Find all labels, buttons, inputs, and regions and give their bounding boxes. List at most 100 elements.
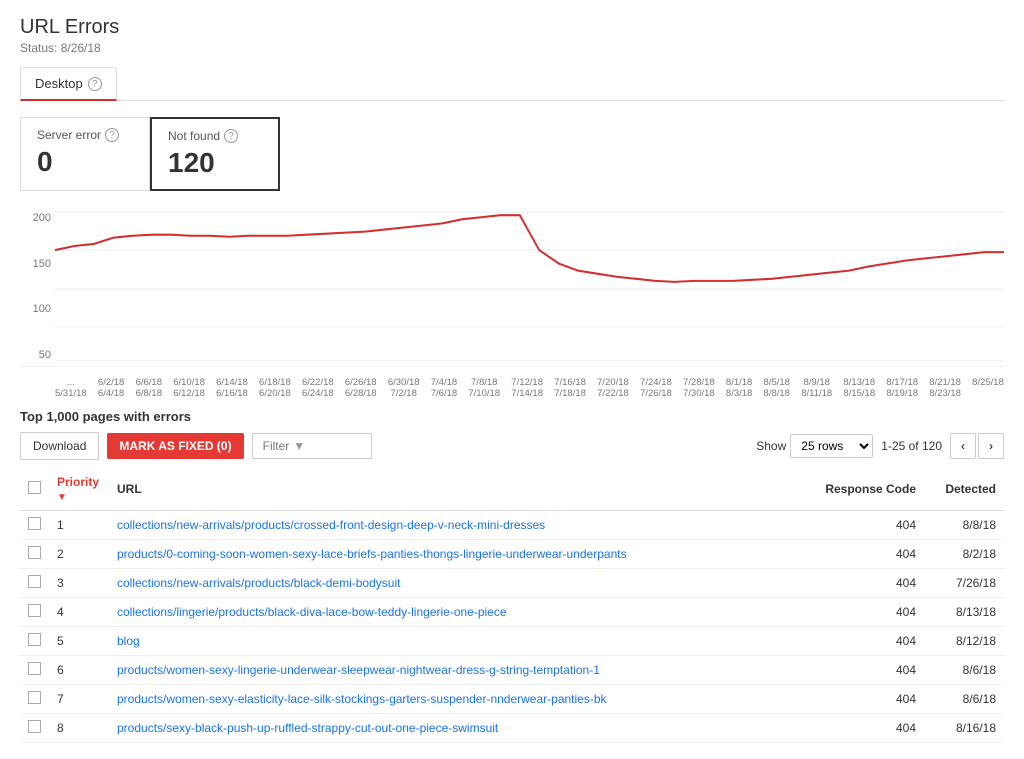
row-priority-7: 8 (49, 714, 109, 743)
next-page-button[interactable]: › (978, 433, 1004, 459)
row-priority-4: 5 (49, 627, 109, 656)
table-row: 3 collections/new-arrivals/products/blac… (20, 569, 1004, 598)
not-found-value: 120 (168, 147, 262, 179)
show-rows: Show 25 rows 50 rows 100 rows (756, 434, 873, 458)
header-priority[interactable]: Priority ▼ (49, 468, 109, 511)
header-url: URL (109, 468, 814, 511)
row-priority-5: 6 (49, 656, 109, 685)
page-status: Status: 8/26/18 (20, 41, 1004, 55)
pagination: Show 25 rows 50 rows 100 rows 1-25 of 12… (756, 433, 1004, 459)
show-label: Show (756, 439, 786, 453)
x-label-4: 6/14/186/16/18 (216, 377, 248, 399)
row-url-5[interactable]: products/women-sexy-lingerie-underwear-s… (109, 656, 814, 685)
row-priority-0: 1 (49, 511, 109, 540)
header-response: Response Code (814, 468, 924, 511)
row-priority-3: 4 (49, 598, 109, 627)
stats-row: Server error ? 0 Not found ? 120 (20, 117, 1004, 191)
row-detected-0: 8/8/18 (924, 511, 1004, 540)
server-error-label: Server error ? (37, 128, 133, 142)
row-response-1: 404 (814, 540, 924, 569)
table-row: 8 products/sexy-black-push-up-ruffled-st… (20, 714, 1004, 743)
x-label-22: 8/25/18 (972, 377, 1004, 399)
row-response-6: 404 (814, 685, 924, 714)
table-toolbar: Download MARK AS FIXED (0) Filter ▼ Show… (20, 432, 1004, 460)
row-response-5: 404 (814, 656, 924, 685)
row-url-2[interactable]: collections/new-arrivals/products/black-… (109, 569, 814, 598)
table-row: 2 products/0-coming-soon-women-sexy-lace… (20, 540, 1004, 569)
chart-y-labels: 200 150 100 50 (20, 207, 55, 366)
y-label-150: 150 (20, 258, 55, 270)
mark-fixed-button[interactable]: MARK AS FIXED (0) (107, 433, 243, 459)
server-error-stat[interactable]: Server error ? 0 (20, 117, 150, 191)
row-checkbox-4[interactable] (20, 627, 49, 656)
row-checkbox-1[interactable] (20, 540, 49, 569)
row-checkbox-7[interactable] (20, 714, 49, 743)
not-found-label: Not found ? (168, 129, 262, 143)
chart-svg-wrapper (55, 207, 1004, 366)
row-response-7: 404 (814, 714, 924, 743)
not-found-stat[interactable]: Not found ? 120 (150, 117, 280, 191)
row-priority-6: 7 (49, 685, 109, 714)
row-response-4: 404 (814, 627, 924, 656)
prev-page-button[interactable]: ‹ (950, 433, 976, 459)
x-label-0: ...5/31/18 (55, 377, 87, 399)
tab-desktop-label: Desktop (35, 76, 83, 91)
table-row: 5 blog 404 8/12/18 (20, 627, 1004, 656)
table-row: 4 collections/lingerie/products/black-di… (20, 598, 1004, 627)
section-title: Top 1,000 pages with errors (20, 409, 1004, 424)
chart-area: 200 150 100 50 (20, 207, 1004, 367)
table-row: 7 products/women-sexy-elasticity-lace-si… (20, 685, 1004, 714)
header-checkbox[interactable] (20, 468, 49, 511)
page-title: URL Errors (20, 16, 1004, 39)
x-label-21: 8/21/188/23/18 (929, 377, 961, 399)
row-checkbox-6[interactable] (20, 685, 49, 714)
row-detected-4: 8/12/18 (924, 627, 1004, 656)
row-checkbox-0[interactable] (20, 511, 49, 540)
tab-desktop[interactable]: Desktop ? (20, 67, 117, 101)
row-checkbox-5[interactable] (20, 656, 49, 685)
filter-icon: ▼ (293, 439, 305, 453)
not-found-help-icon[interactable]: ? (224, 129, 238, 143)
table-row: 1 collections/new-arrivals/products/cros… (20, 511, 1004, 540)
row-detected-3: 8/13/18 (924, 598, 1004, 627)
row-url-3[interactable]: collections/lingerie/products/black-diva… (109, 598, 814, 627)
row-checkbox-2[interactable] (20, 569, 49, 598)
x-label-20: 8/17/188/19/18 (886, 377, 918, 399)
x-label-19: 8/13/188/15/18 (843, 377, 875, 399)
x-label-2: 6/6/186/8/18 (136, 377, 162, 399)
chart-x-labels: ...5/31/18 6/2/186/4/18 6/6/186/8/18 6/1… (55, 377, 1004, 403)
x-label-12: 7/16/187/18/18 (554, 377, 586, 399)
row-detected-7: 8/16/18 (924, 714, 1004, 743)
y-label-100: 100 (20, 303, 55, 315)
select-all-checkbox[interactable] (28, 481, 41, 494)
row-priority-1: 2 (49, 540, 109, 569)
row-checkbox-3[interactable] (20, 598, 49, 627)
sort-icon: ▼ (57, 492, 67, 503)
page-nav: ‹ › (950, 433, 1004, 459)
tab-desktop-help-icon[interactable]: ? (88, 77, 102, 91)
row-url-0[interactable]: collections/new-arrivals/products/crosse… (109, 511, 814, 540)
x-label-13: 7/20/187/22/18 (597, 377, 629, 399)
rows-select[interactable]: 25 rows 50 rows 100 rows (790, 434, 873, 458)
row-url-1[interactable]: products/0-coming-soon-women-sexy-lace-b… (109, 540, 814, 569)
row-response-2: 404 (814, 569, 924, 598)
table-row: 6 products/women-sexy-lingerie-underwear… (20, 656, 1004, 685)
server-error-help-icon[interactable]: ? (105, 128, 119, 142)
x-label-3: 6/10/186/12/18 (173, 377, 205, 399)
x-label-11: 7/12/187/14/18 (511, 377, 543, 399)
row-url-6[interactable]: products/women-sexy-elasticity-lace-silk… (109, 685, 814, 714)
table-header-row: Priority ▼ URL Response Code Detected (20, 468, 1004, 511)
download-button[interactable]: Download (20, 432, 99, 460)
row-url-4[interactable]: blog (109, 627, 814, 656)
x-label-6: 6/22/186/24/18 (302, 377, 334, 399)
row-url-7[interactable]: products/sexy-black-push-up-ruffled-stra… (109, 714, 814, 743)
row-response-0: 404 (814, 511, 924, 540)
x-label-18: 8/9/188/11/18 (801, 377, 832, 399)
y-label-200: 200 (20, 212, 55, 224)
filter-box[interactable]: Filter ▼ (252, 433, 372, 459)
header-detected: Detected (924, 468, 1004, 511)
filter-label: Filter (263, 439, 290, 453)
tabs-bar: Desktop ? (20, 67, 1004, 101)
row-detected-5: 8/6/18 (924, 656, 1004, 685)
pagination-label: 1-25 of 120 (881, 439, 942, 453)
